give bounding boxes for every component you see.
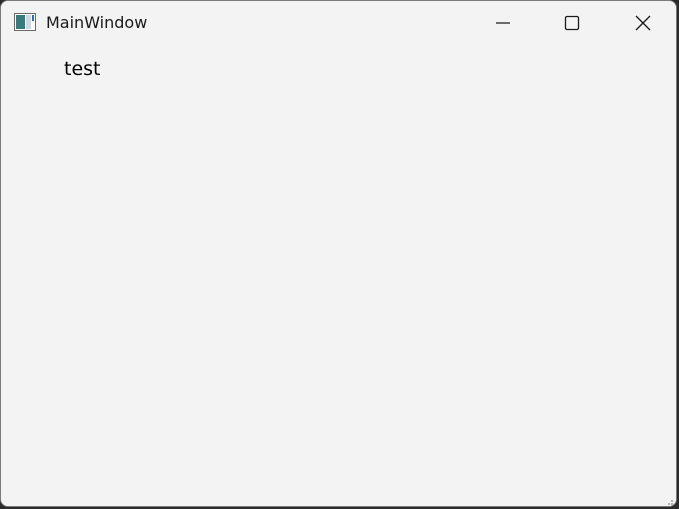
minimize-button[interactable] (480, 1, 526, 45)
title-bar[interactable]: MainWindow (1, 1, 676, 45)
maximize-icon (564, 15, 580, 31)
window-title: MainWindow (46, 13, 148, 32)
maximize-button[interactable] (549, 1, 595, 45)
test-label: test (64, 58, 101, 80)
window-client-area: test (1, 45, 676, 506)
main-window: MainWindow test (0, 0, 677, 507)
close-icon (635, 15, 651, 31)
size-grip-icon[interactable] (664, 494, 674, 505)
minimize-icon (495, 15, 511, 31)
close-button[interactable] (620, 1, 666, 45)
application-window-icon (14, 13, 36, 31)
